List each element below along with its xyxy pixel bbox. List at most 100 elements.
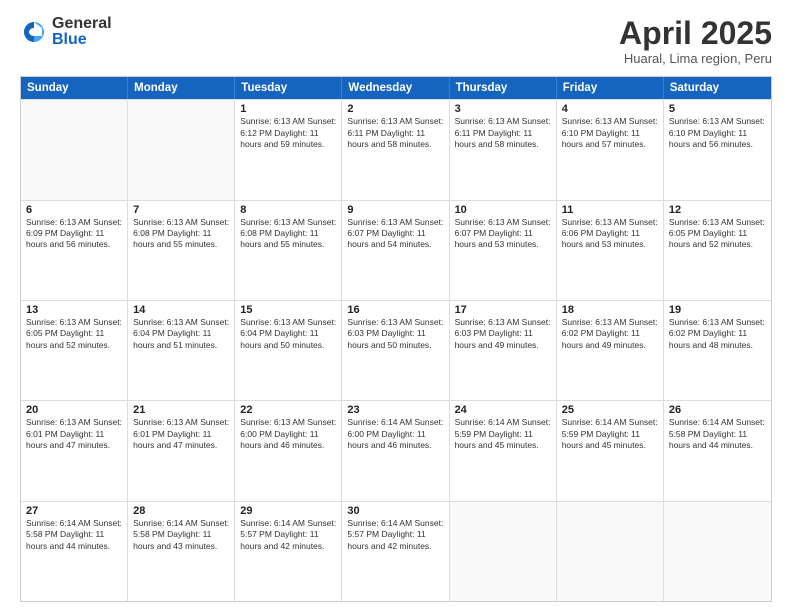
cal-cell: 16Sunrise: 6:13 AM Sunset: 6:03 PM Dayli…	[342, 301, 449, 400]
header-day-wednesday: Wednesday	[342, 77, 449, 99]
day-info: Sunrise: 6:13 AM Sunset: 6:04 PM Dayligh…	[240, 317, 336, 351]
cal-cell: 28Sunrise: 6:14 AM Sunset: 5:58 PM Dayli…	[128, 502, 235, 601]
day-info: Sunrise: 6:13 AM Sunset: 6:00 PM Dayligh…	[240, 417, 336, 451]
day-info: Sunrise: 6:13 AM Sunset: 6:06 PM Dayligh…	[562, 217, 658, 251]
cal-cell	[664, 502, 771, 601]
day-info: Sunrise: 6:13 AM Sunset: 6:01 PM Dayligh…	[133, 417, 229, 451]
page-subtitle: Huaral, Lima region, Peru	[619, 51, 772, 66]
day-info: Sunrise: 6:13 AM Sunset: 6:11 PM Dayligh…	[455, 116, 551, 150]
calendar-header: SundayMondayTuesdayWednesdayThursdayFrid…	[21, 77, 771, 99]
day-info: Sunrise: 6:13 AM Sunset: 6:05 PM Dayligh…	[669, 217, 766, 251]
day-info: Sunrise: 6:13 AM Sunset: 6:08 PM Dayligh…	[240, 217, 336, 251]
day-info: Sunrise: 6:14 AM Sunset: 6:00 PM Dayligh…	[347, 417, 443, 451]
day-number: 25	[562, 404, 658, 416]
cal-cell: 18Sunrise: 6:13 AM Sunset: 6:02 PM Dayli…	[557, 301, 664, 400]
cal-cell	[557, 502, 664, 601]
title-block: April 2025 Huaral, Lima region, Peru	[619, 16, 772, 66]
day-info: Sunrise: 6:13 AM Sunset: 6:10 PM Dayligh…	[562, 116, 658, 150]
day-info: Sunrise: 6:13 AM Sunset: 6:11 PM Dayligh…	[347, 116, 443, 150]
cal-cell: 26Sunrise: 6:14 AM Sunset: 5:58 PM Dayli…	[664, 401, 771, 500]
day-info: Sunrise: 6:13 AM Sunset: 6:07 PM Dayligh…	[347, 217, 443, 251]
cal-cell: 9Sunrise: 6:13 AM Sunset: 6:07 PM Daylig…	[342, 201, 449, 300]
day-number: 8	[240, 204, 336, 216]
day-number: 9	[347, 204, 443, 216]
logo-blue-text: Blue	[52, 32, 112, 48]
logo-general-text: General	[52, 16, 112, 32]
cal-cell: 10Sunrise: 6:13 AM Sunset: 6:07 PM Dayli…	[450, 201, 557, 300]
day-number: 10	[455, 204, 551, 216]
logo-icon	[20, 18, 48, 46]
day-number: 4	[562, 103, 658, 115]
day-info: Sunrise: 6:13 AM Sunset: 6:02 PM Dayligh…	[562, 317, 658, 351]
day-number: 29	[240, 505, 336, 517]
header-day-thursday: Thursday	[450, 77, 557, 99]
day-number: 24	[455, 404, 551, 416]
cal-cell: 22Sunrise: 6:13 AM Sunset: 6:00 PM Dayli…	[235, 401, 342, 500]
cal-cell: 1Sunrise: 6:13 AM Sunset: 6:12 PM Daylig…	[235, 100, 342, 199]
cal-cell	[128, 100, 235, 199]
day-number: 17	[455, 304, 551, 316]
day-info: Sunrise: 6:13 AM Sunset: 6:01 PM Dayligh…	[26, 417, 122, 451]
page: General Blue April 2025 Huaral, Lima reg…	[0, 0, 792, 612]
calendar: SundayMondayTuesdayWednesdayThursdayFrid…	[20, 76, 772, 602]
cal-cell: 7Sunrise: 6:13 AM Sunset: 6:08 PM Daylig…	[128, 201, 235, 300]
day-number: 30	[347, 505, 443, 517]
cal-week-3: 20Sunrise: 6:13 AM Sunset: 6:01 PM Dayli…	[21, 400, 771, 500]
day-info: Sunrise: 6:13 AM Sunset: 6:03 PM Dayligh…	[347, 317, 443, 351]
cal-cell: 27Sunrise: 6:14 AM Sunset: 5:58 PM Dayli…	[21, 502, 128, 601]
cal-cell: 14Sunrise: 6:13 AM Sunset: 6:04 PM Dayli…	[128, 301, 235, 400]
cal-cell: 11Sunrise: 6:13 AM Sunset: 6:06 PM Dayli…	[557, 201, 664, 300]
day-number: 7	[133, 204, 229, 216]
day-number: 23	[347, 404, 443, 416]
day-info: Sunrise: 6:14 AM Sunset: 5:58 PM Dayligh…	[133, 518, 229, 552]
day-number: 20	[26, 404, 122, 416]
day-info: Sunrise: 6:14 AM Sunset: 5:57 PM Dayligh…	[347, 518, 443, 552]
day-info: Sunrise: 6:14 AM Sunset: 5:59 PM Dayligh…	[455, 417, 551, 451]
cal-cell: 5Sunrise: 6:13 AM Sunset: 6:10 PM Daylig…	[664, 100, 771, 199]
cal-week-2: 13Sunrise: 6:13 AM Sunset: 6:05 PM Dayli…	[21, 300, 771, 400]
cal-cell: 3Sunrise: 6:13 AM Sunset: 6:11 PM Daylig…	[450, 100, 557, 199]
cal-cell: 13Sunrise: 6:13 AM Sunset: 6:05 PM Dayli…	[21, 301, 128, 400]
cal-cell: 23Sunrise: 6:14 AM Sunset: 6:00 PM Dayli…	[342, 401, 449, 500]
day-number: 19	[669, 304, 766, 316]
day-number: 2	[347, 103, 443, 115]
day-number: 21	[133, 404, 229, 416]
cal-cell: 29Sunrise: 6:14 AM Sunset: 5:57 PM Dayli…	[235, 502, 342, 601]
cal-cell: 24Sunrise: 6:14 AM Sunset: 5:59 PM Dayli…	[450, 401, 557, 500]
day-number: 15	[240, 304, 336, 316]
day-info: Sunrise: 6:14 AM Sunset: 5:58 PM Dayligh…	[26, 518, 122, 552]
cal-cell: 2Sunrise: 6:13 AM Sunset: 6:11 PM Daylig…	[342, 100, 449, 199]
cal-cell: 4Sunrise: 6:13 AM Sunset: 6:10 PM Daylig…	[557, 100, 664, 199]
logo: General Blue	[20, 16, 112, 48]
day-info: Sunrise: 6:13 AM Sunset: 6:10 PM Dayligh…	[669, 116, 766, 150]
cal-cell: 6Sunrise: 6:13 AM Sunset: 6:09 PM Daylig…	[21, 201, 128, 300]
cal-cell: 15Sunrise: 6:13 AM Sunset: 6:04 PM Dayli…	[235, 301, 342, 400]
day-info: Sunrise: 6:13 AM Sunset: 6:03 PM Dayligh…	[455, 317, 551, 351]
cal-cell	[450, 502, 557, 601]
day-info: Sunrise: 6:13 AM Sunset: 6:07 PM Dayligh…	[455, 217, 551, 251]
header-day-friday: Friday	[557, 77, 664, 99]
page-title: April 2025	[619, 16, 772, 51]
cal-week-0: 1Sunrise: 6:13 AM Sunset: 6:12 PM Daylig…	[21, 99, 771, 199]
day-info: Sunrise: 6:13 AM Sunset: 6:02 PM Dayligh…	[669, 317, 766, 351]
cal-cell: 12Sunrise: 6:13 AM Sunset: 6:05 PM Dayli…	[664, 201, 771, 300]
day-info: Sunrise: 6:13 AM Sunset: 6:05 PM Dayligh…	[26, 317, 122, 351]
header: General Blue April 2025 Huaral, Lima reg…	[20, 16, 772, 66]
logo-text: General Blue	[52, 16, 112, 48]
cal-cell	[21, 100, 128, 199]
cal-cell: 20Sunrise: 6:13 AM Sunset: 6:01 PM Dayli…	[21, 401, 128, 500]
day-number: 13	[26, 304, 122, 316]
day-number: 5	[669, 103, 766, 115]
day-number: 6	[26, 204, 122, 216]
day-info: Sunrise: 6:14 AM Sunset: 5:58 PM Dayligh…	[669, 417, 766, 451]
day-number: 28	[133, 505, 229, 517]
day-number: 12	[669, 204, 766, 216]
cal-week-4: 27Sunrise: 6:14 AM Sunset: 5:58 PM Dayli…	[21, 501, 771, 601]
cal-cell: 21Sunrise: 6:13 AM Sunset: 6:01 PM Dayli…	[128, 401, 235, 500]
cal-cell: 17Sunrise: 6:13 AM Sunset: 6:03 PM Dayli…	[450, 301, 557, 400]
header-day-sunday: Sunday	[21, 77, 128, 99]
day-info: Sunrise: 6:14 AM Sunset: 5:57 PM Dayligh…	[240, 518, 336, 552]
header-day-monday: Monday	[128, 77, 235, 99]
day-number: 16	[347, 304, 443, 316]
header-day-tuesday: Tuesday	[235, 77, 342, 99]
